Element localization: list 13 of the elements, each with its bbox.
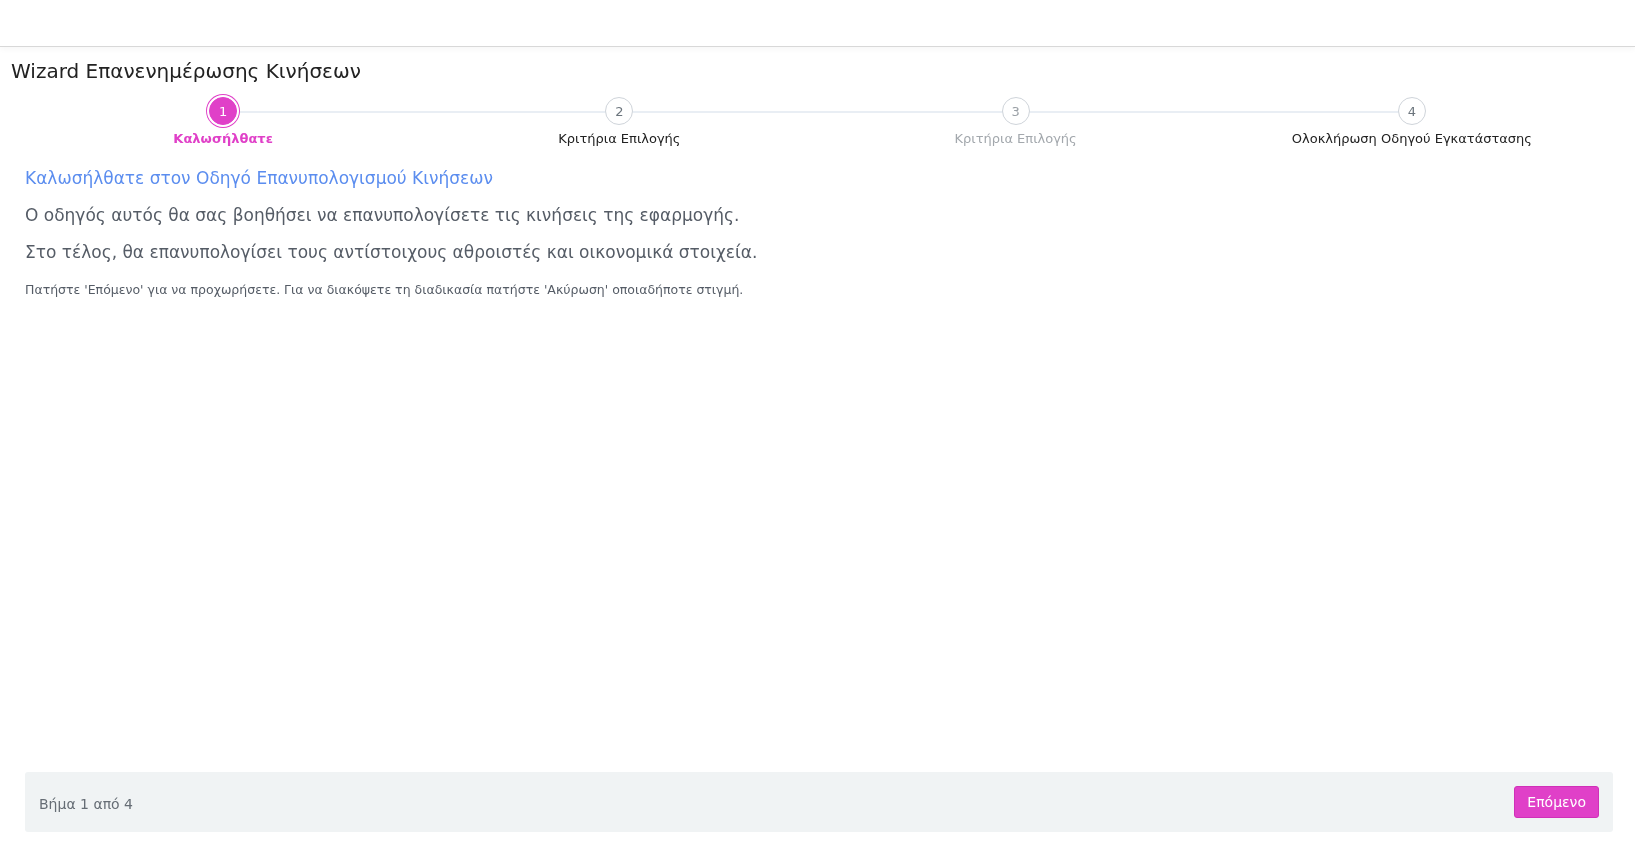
step-number[interactable]: 2 xyxy=(605,97,634,125)
description-text: Ο οδηγός αυτός θα σας βοηθήσει να επανυπολογίσετε τις κινήσεις της εφαρμογής. xyxy=(25,205,741,225)
welcome-heading: Καλωσήλθατε στον Οδηγό Επανυπολογισμού Κινήσεων xyxy=(25,168,494,188)
step-number[interactable]: 1 xyxy=(209,97,238,125)
step-label[interactable]: Ολοκλήρωση Οδηγού Εγκατάστασης xyxy=(1291,131,1532,146)
step-counter: Βήμα 1 από 4 xyxy=(39,796,133,812)
step-label[interactable]: Καλωσήλθατε xyxy=(173,131,273,146)
next-button[interactable]: Επόμενο xyxy=(1514,786,1599,818)
hint-text: Πατήστε 'Επόμενο' για να προχωρήσετε. Για να διακόψετε τη διαδικασία πατήστε 'Ακύρωση' οποιαδήποτε στιγμή. xyxy=(25,282,745,297)
step-label[interactable]: Κριτήρια Επιλογής xyxy=(558,131,681,146)
description-text: Στο τέλος, θα επανυπολογίσει τους αντίστοιχους αθροιστές και οικονομικά στοιχεία. xyxy=(25,242,759,262)
step-number[interactable]: 4 xyxy=(1397,97,1426,125)
page-title: Wizard Επανενημέρωσης Κινήσεων xyxy=(11,59,362,83)
